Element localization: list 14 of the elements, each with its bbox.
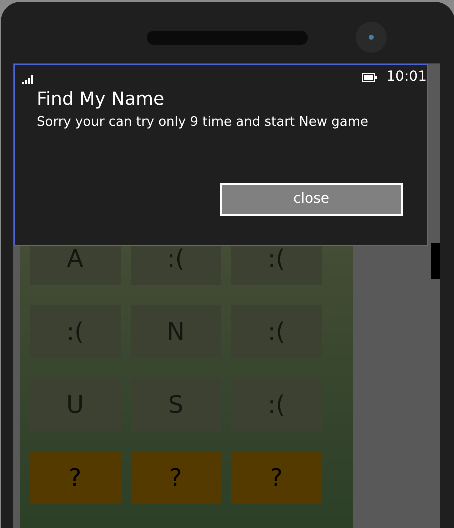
letter-tile[interactable]: :( <box>231 305 322 358</box>
close-button[interactable]: close <box>220 183 403 216</box>
frame-counter-strip <box>431 243 440 279</box>
letter-tile[interactable]: :( <box>231 378 322 431</box>
letter-tile[interactable]: :( <box>30 305 121 358</box>
signal-icon <box>22 74 35 84</box>
clock-time: 10:01 <box>386 68 427 86</box>
dialog-message: Sorry your can try only 9 time and start New game <box>37 114 370 132</box>
letter-tile[interactable]: ? <box>130 451 222 504</box>
dialog-title: Find My Name <box>37 89 166 111</box>
battery-icon <box>362 72 377 82</box>
letter-tile[interactable]: ? <box>231 451 322 504</box>
letter-tile[interactable]: ? <box>30 451 121 504</box>
camera-icon <box>356 22 387 53</box>
